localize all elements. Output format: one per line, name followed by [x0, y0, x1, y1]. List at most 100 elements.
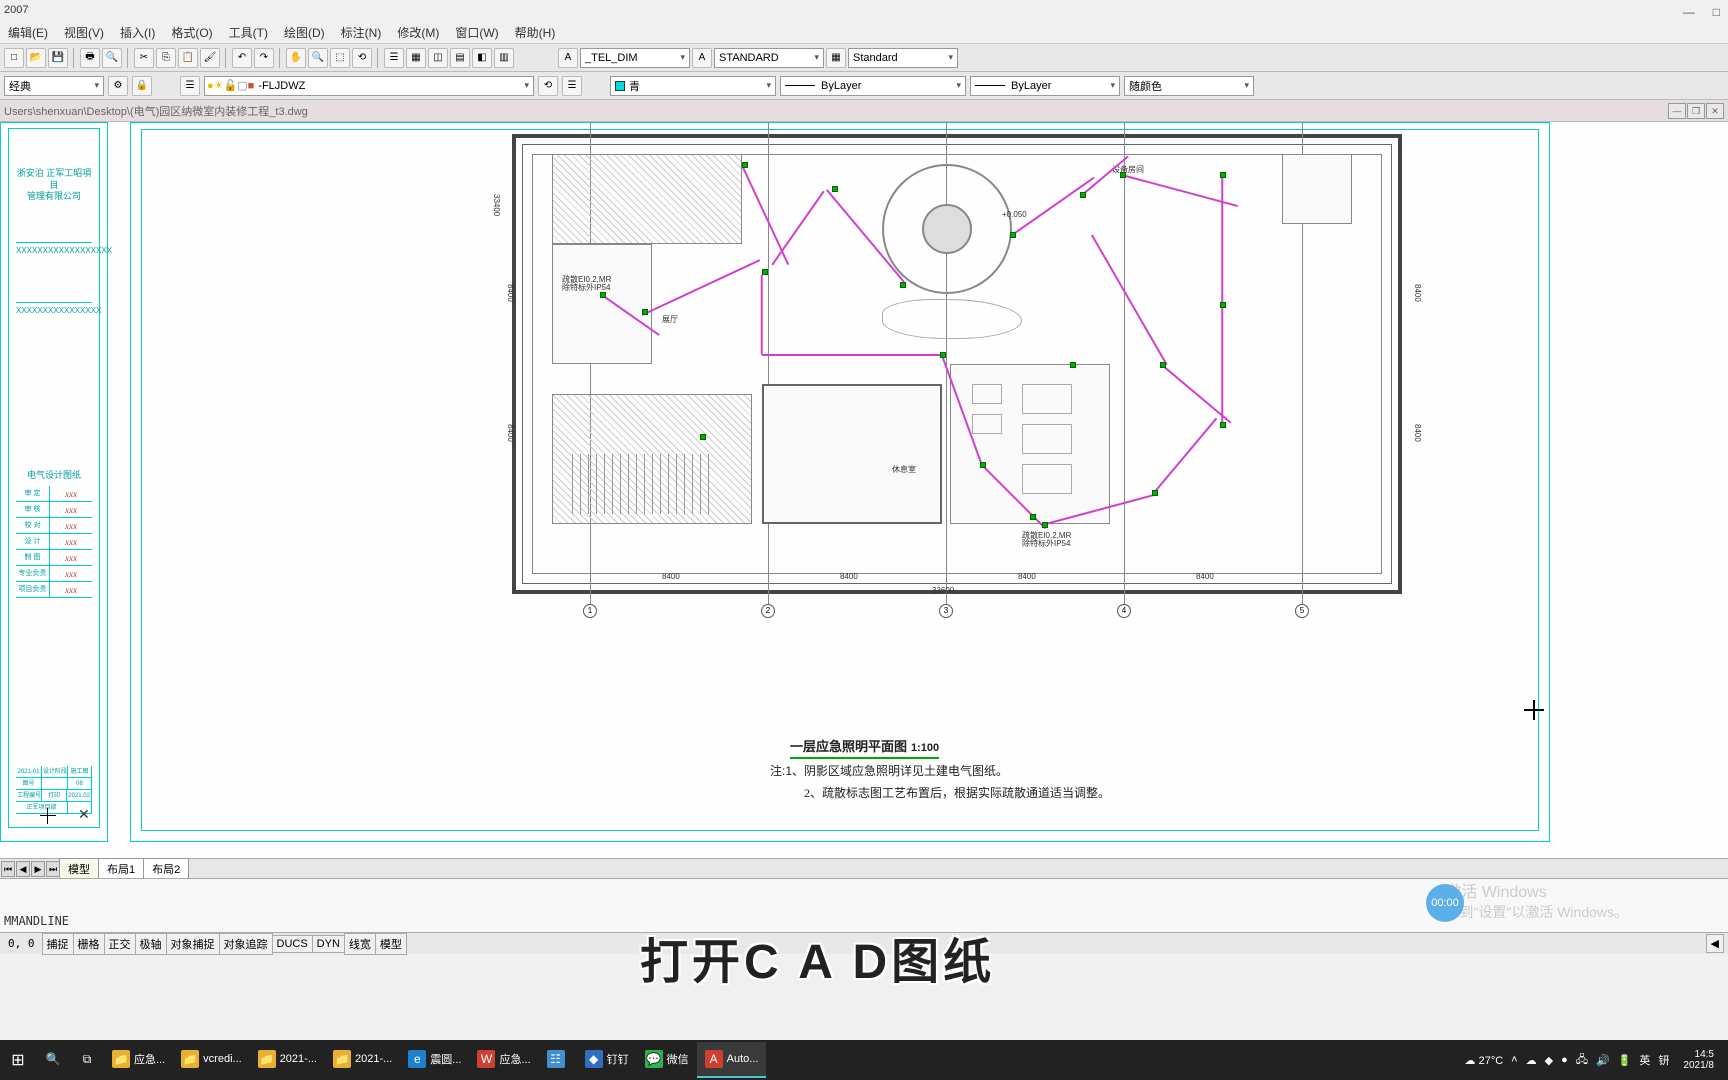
taskbar-item[interactable]: ☷: [539, 1042, 577, 1078]
separator: [73, 48, 75, 68]
doc-restore-button[interactable]: ❐: [1687, 103, 1705, 119]
props-icon[interactable]: ☰: [384, 48, 404, 68]
textstyle-icon[interactable]: A: [692, 48, 712, 68]
tray-network-icon[interactable]: 🖧: [1576, 1051, 1588, 1070]
preview-icon[interactable]: 🔍: [102, 48, 122, 68]
ws-lock-icon[interactable]: 🔒: [132, 76, 152, 96]
paste-icon[interactable]: 📋: [178, 48, 198, 68]
doc-close-button[interactable]: ✕: [1706, 103, 1724, 119]
menu-view[interactable]: 视图(V): [56, 20, 112, 43]
cut-icon[interactable]: ✂: [134, 48, 154, 68]
start-button[interactable]: ⊞: [0, 1042, 36, 1078]
dc-icon[interactable]: ▦: [406, 48, 426, 68]
command-prompt: MMANDLINE: [4, 914, 69, 928]
tab-next-button[interactable]: ▶: [31, 861, 45, 877]
otrack-toggle[interactable]: 对象追踪: [219, 933, 273, 955]
layer-state-icon[interactable]: ☰: [562, 76, 582, 96]
calc-icon[interactable]: ▥: [494, 48, 514, 68]
zoom-rt-icon[interactable]: 🔍: [308, 48, 328, 68]
layer-prev-icon[interactable]: ⟲: [538, 76, 558, 96]
taskbar-item[interactable]: AAuto...: [697, 1042, 767, 1078]
ime-mode[interactable]: 钘: [1658, 1052, 1669, 1068]
ssm-icon[interactable]: ▤: [450, 48, 470, 68]
tab-last-button[interactable]: ⏭: [46, 861, 60, 877]
open-icon[interactable]: 📂: [26, 48, 46, 68]
taskbar-item[interactable]: ◆钉钉: [577, 1042, 637, 1078]
tp-icon[interactable]: ◫: [428, 48, 448, 68]
menu-tools[interactable]: 工具(T): [221, 20, 276, 43]
tray-battery-icon[interactable]: 🔋: [1618, 1054, 1632, 1067]
new-icon[interactable]: □: [4, 48, 24, 68]
tray-chevron-icon[interactable]: ˄: [1511, 1054, 1517, 1066]
pan-icon[interactable]: ✋: [286, 48, 306, 68]
ime-indicator[interactable]: 英: [1639, 1052, 1650, 1068]
menu-dim[interactable]: 标注(N): [333, 20, 390, 43]
taskbar-item[interactable]: 📁vcredi...: [173, 1042, 250, 1078]
plot-icon[interactable]: 🖶: [80, 48, 100, 68]
taskbar-item[interactable]: 📁应急...: [104, 1042, 173, 1078]
markup-icon[interactable]: ◧: [472, 48, 492, 68]
color-combo[interactable]: 青: [610, 76, 776, 96]
zoom-win-icon[interactable]: ⬚: [330, 48, 350, 68]
workspace-combo[interactable]: 经典: [4, 76, 104, 96]
menu-modify[interactable]: 修改(M): [389, 20, 447, 43]
ws-settings-icon[interactable]: ⚙: [108, 76, 128, 96]
zoom-prev-icon[interactable]: ⟲: [352, 48, 372, 68]
taskbar-item[interactable]: e震圆...: [400, 1042, 469, 1078]
layer-mgr-icon[interactable]: ☰: [180, 76, 200, 96]
drawing-note-1: 注:1、阴影区域应急照明详见土建电气图纸。: [770, 762, 1008, 779]
menu-window[interactable]: 窗口(W): [447, 20, 506, 43]
minimize-button[interactable]: —: [1683, 2, 1695, 22]
tab-model[interactable]: 模型: [59, 858, 99, 880]
weather-widget[interactable]: ☁ 27°C: [1465, 1054, 1504, 1067]
lineweight-combo[interactable]: ByLayer: [970, 76, 1120, 96]
textstyle-combo[interactable]: STANDARD: [714, 48, 824, 68]
tab-layout2[interactable]: 布局2: [143, 858, 189, 880]
menu-format[interactable]: 格式(O): [163, 20, 220, 43]
dimstyle-combo[interactable]: _TEL_DIM: [580, 48, 690, 68]
ducs-toggle[interactable]: DUCS: [272, 935, 313, 953]
menu-draw[interactable]: 绘图(D): [276, 20, 333, 43]
tray-volume-icon[interactable]: 🔊: [1596, 1054, 1610, 1067]
tablestyle-icon[interactable]: ▦: [826, 48, 846, 68]
taskbar-item[interactable]: 📁2021-...: [325, 1042, 400, 1078]
taskbar-taskview[interactable]: ⧉: [70, 1042, 104, 1078]
osnap-toggle[interactable]: 对象捕捉: [166, 933, 220, 955]
tray-onedrive-icon[interactable]: ☁: [1526, 1054, 1537, 1067]
linetype-combo[interactable]: ByLayer: [780, 76, 966, 96]
redo-icon[interactable]: ↷: [254, 48, 274, 68]
model-toggle[interactable]: 模型: [375, 933, 407, 955]
save-icon[interactable]: 💾: [48, 48, 68, 68]
dimstyle-icon[interactable]: A: [558, 48, 578, 68]
tray-app-icon[interactable]: ●: [1561, 1054, 1568, 1066]
undo-icon[interactable]: ↶: [232, 48, 252, 68]
plotstyle-combo[interactable]: 随颜色: [1124, 76, 1254, 96]
tray-app-icon[interactable]: ◆: [1545, 1054, 1553, 1067]
layer-combo[interactable]: ●☀🔓▢■ -FLJDWZ: [204, 76, 534, 96]
grid-toggle[interactable]: 栅格: [73, 933, 105, 955]
tab-layout1[interactable]: 布局1: [98, 858, 144, 880]
ortho-toggle[interactable]: 正交: [104, 933, 136, 955]
menu-edit[interactable]: 编辑(E): [0, 20, 56, 43]
snap-toggle[interactable]: 捕捉: [42, 933, 74, 955]
tab-prev-button[interactable]: ◀: [16, 861, 30, 877]
status-tray-button[interactable]: ◀: [1706, 934, 1724, 953]
taskbar-item[interactable]: 💬微信: [637, 1042, 697, 1078]
tablestyle-combo[interactable]: Standard: [848, 48, 958, 68]
menu-insert[interactable]: 插入(I): [112, 20, 163, 43]
menu-help[interactable]: 帮助(H): [507, 20, 564, 43]
polar-toggle[interactable]: 极轴: [135, 933, 167, 955]
dyn-toggle[interactable]: DYN: [312, 935, 345, 953]
copy-icon[interactable]: ⎘: [156, 48, 176, 68]
match-icon[interactable]: 🖌: [200, 48, 220, 68]
maximize-button[interactable]: □: [1713, 2, 1720, 22]
taskbar-search[interactable]: 🔍: [36, 1042, 70, 1078]
taskbar-item[interactable]: 📁2021-...: [250, 1042, 325, 1078]
taskbar-item[interactable]: W应急...: [469, 1042, 538, 1078]
tab-first-button[interactable]: ⏮: [1, 861, 15, 877]
lwt-toggle[interactable]: 线宽: [344, 933, 376, 955]
drawing-viewport[interactable]: 浙安泊 正军工昭項目 管理有限公司 XXXXXXXXXXXXXXXXXX XXX…: [0, 122, 1728, 858]
doc-minimize-button[interactable]: —: [1668, 103, 1686, 119]
taskbar-clock[interactable]: 14:52021/8: [1677, 1049, 1720, 1071]
floor-plan: 1 2 3 4 5 8400 8400 8400 8400 33600 3340…: [462, 134, 1452, 714]
